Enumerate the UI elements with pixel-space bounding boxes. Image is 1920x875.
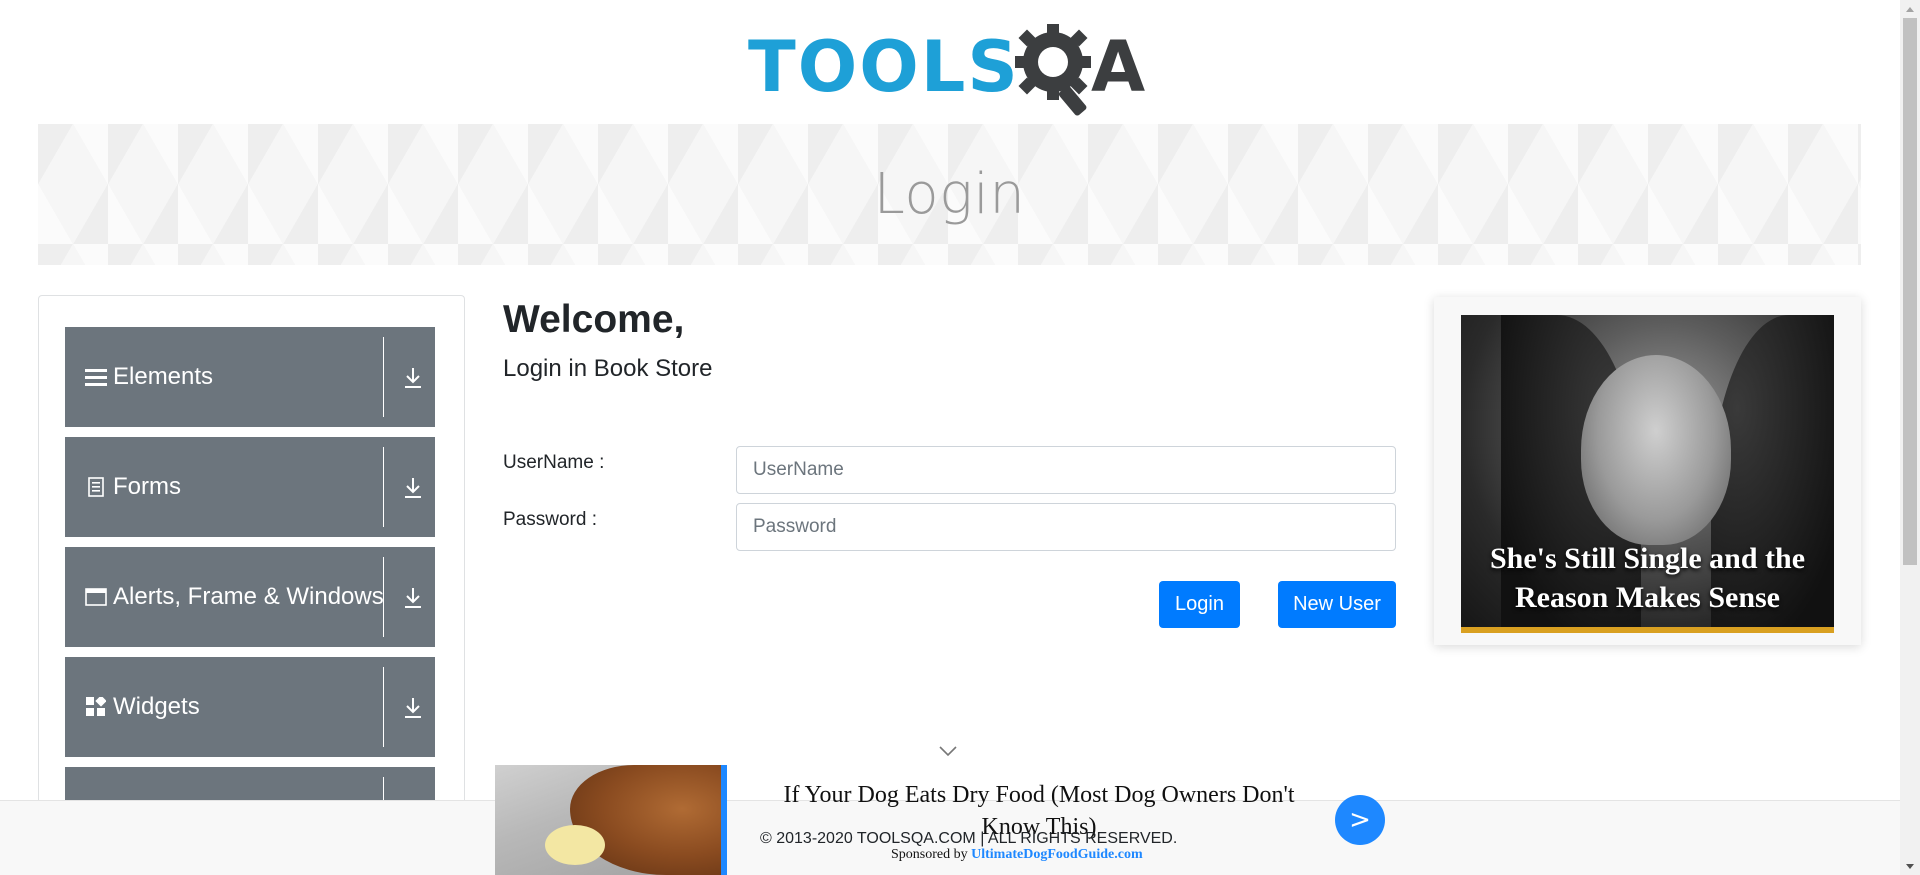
sidebar-item-label: Elements: [113, 363, 214, 390]
toolsqa-logo[interactable]: TOOLS A: [748, 18, 1156, 116]
widgets-icon: [85, 695, 107, 719]
username-input[interactable]: [736, 446, 1396, 494]
password-input[interactable]: [736, 503, 1396, 551]
ad-photo-face: [1581, 355, 1731, 545]
sidebar-item-label: Alerts, Frame & Windows: [113, 583, 384, 610]
ad-go-button[interactable]: >: [1335, 795, 1385, 845]
sidebar-item-label: Widgets: [113, 693, 200, 720]
hamburger-icon: [85, 365, 107, 389]
download-arrow-icon[interactable]: [402, 365, 424, 391]
sidebar-item-forms[interactable]: Forms: [65, 437, 435, 537]
login-button[interactable]: Login: [1159, 581, 1240, 628]
sidebar: Elements Forms Alerts, Frame & Windows W…: [38, 295, 465, 875]
document-icon: [85, 475, 107, 499]
ad-photo: She's Still Single and the Reason Makes …: [1461, 315, 1834, 627]
ad-sponsored-by: Sponsored by: [891, 847, 968, 862]
ad-accent-bar: [721, 765, 727, 875]
sidebar-item-label: Forms: [113, 473, 181, 500]
divider: [383, 557, 384, 637]
advertisement-card[interactable]: She's Still Single and the Reason Makes …: [1434, 297, 1861, 645]
divider: [383, 337, 384, 417]
ad-underline: [1461, 627, 1834, 633]
new-user-button[interactable]: New User: [1278, 581, 1396, 628]
divider: [383, 667, 384, 747]
sidebar-item-alerts-frame-windows[interactable]: Alerts, Frame & Windows: [65, 547, 435, 647]
username-label: UserName :: [503, 452, 605, 473]
ad-sponsor-link[interactable]: UltimateDogFoodGuide.com: [971, 847, 1142, 862]
scroll-up-arrow-icon[interactable]: [1900, 0, 1920, 17]
download-arrow-icon[interactable]: [402, 475, 424, 501]
sidebar-item-widgets[interactable]: Widgets: [65, 657, 435, 757]
gear-icon: [1015, 24, 1091, 116]
scrollbar-thumb[interactable]: [1903, 18, 1917, 565]
chevron-down-icon[interactable]: [938, 745, 958, 757]
vertical-scrollbar[interactable]: [1900, 0, 1920, 875]
download-arrow-icon[interactable]: [402, 585, 424, 611]
sidebar-item-elements[interactable]: Elements: [65, 327, 435, 427]
ad-sponsor: Sponsored by UltimateDogFoodGuide.com: [891, 847, 1143, 863]
scroll-down-arrow-icon[interactable]: [1900, 858, 1920, 875]
password-label: Password :: [503, 509, 597, 530]
page-title: Login: [873, 162, 1026, 227]
download-arrow-icon[interactable]: [402, 695, 424, 721]
welcome-heading: Welcome,: [503, 298, 685, 341]
ad-caption: She's Still Single and the Reason Makes …: [1489, 542, 1806, 614]
divider: [383, 447, 384, 527]
ad-dog-image-banana: [545, 825, 605, 865]
header: TOOLS A: [0, 0, 1900, 124]
login-subtitle: Login in Book Store: [503, 355, 713, 382]
logo-text-tools: TOOLS: [748, 26, 1020, 108]
footer-copyright: © 2013-2020 TOOLSQA.COM | ALL RIGHTS RES…: [760, 830, 1178, 847]
ad-dog-image: [495, 765, 725, 875]
page-banner: Login: [38, 124, 1861, 265]
bottom-advertisement[interactable]: If Your Dog Eats Dry Food (Most Dog Owne…: [495, 765, 1395, 875]
window-icon: [85, 585, 107, 609]
logo-text-a: A: [1091, 26, 1146, 108]
